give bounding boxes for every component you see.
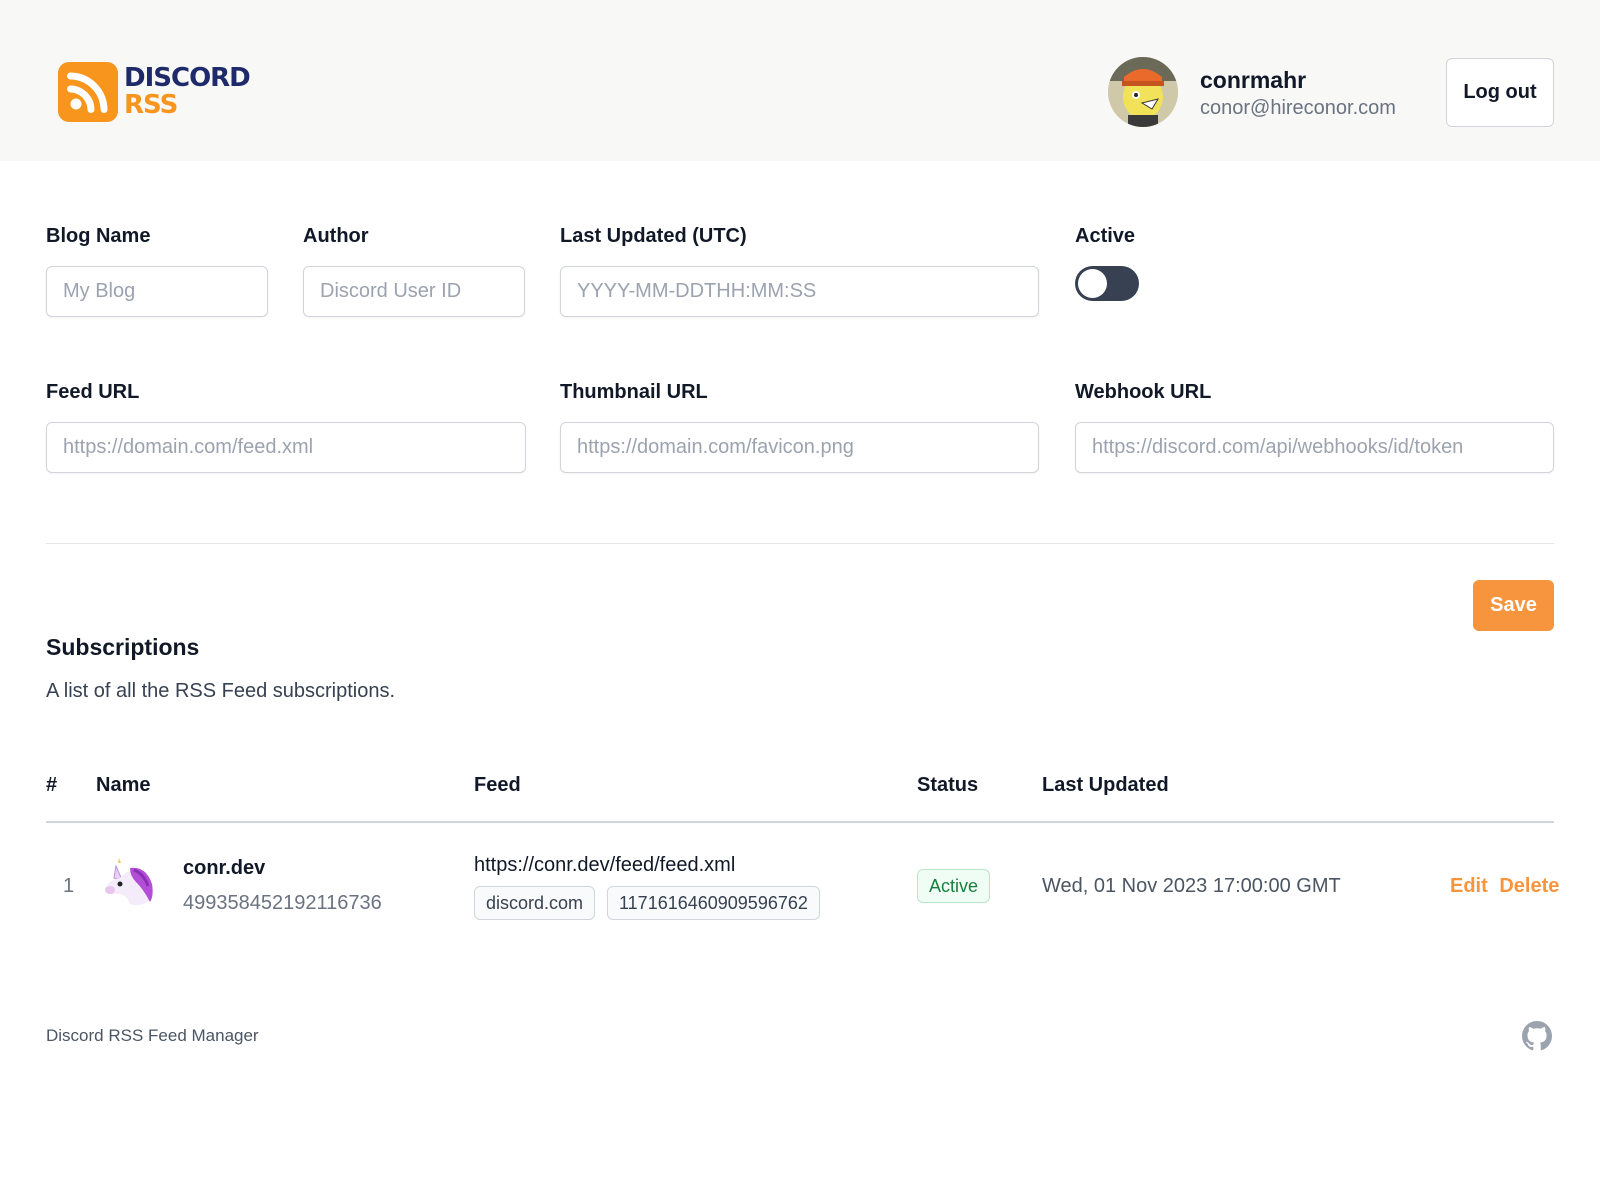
thumbnail-url-input[interactable] [560, 422, 1039, 473]
form-divider [46, 543, 1554, 544]
column-header-index: # [46, 774, 58, 796]
row-actions: Edit Delete [1450, 875, 1559, 898]
brand-line2: RSS [124, 90, 178, 120]
edit-button[interactable]: Edit [1450, 875, 1488, 897]
brand-line1: DISCORD [124, 63, 251, 93]
active-toggle[interactable] [1075, 266, 1139, 301]
user-info: conrmahr conor@hireconor.com [1200, 65, 1396, 120]
active-label: Active [1075, 225, 1136, 247]
row-feed-url[interactable]: https://conr.dev/feed/feed.xml [474, 854, 735, 877]
row-index: 1 [63, 875, 75, 897]
column-header-last-updated: Last Updated [1042, 774, 1169, 796]
header: DISCORD RSS conrmahr conor@hireconor.com… [0, 0, 1600, 161]
subscriptions-title: Subscriptions [46, 634, 200, 660]
row-author-id: 499358452192116736 [183, 892, 382, 914]
webhook-id-chip: 1171616460909596762 [607, 886, 820, 920]
user-name: conrmahr [1200, 66, 1307, 93]
column-header-status: Status [917, 774, 979, 796]
author-label: Author [303, 225, 369, 247]
webhook-domain-chip: discord.com [474, 886, 596, 920]
blog-name-label: Blog Name [46, 225, 151, 247]
row-last-updated: Wed, 01 Nov 2023 17:00:00 GMT [1042, 875, 1341, 897]
thumbnail-url-label: Thumbnail URL [560, 381, 708, 403]
last-updated-input[interactable] [560, 266, 1039, 317]
column-header-feed: Feed [474, 774, 521, 796]
user-profile: conrmahr conor@hireconor.com [1108, 57, 1396, 127]
footer-text: Discord RSS Feed Manager [46, 1026, 259, 1045]
status-badge: Active [917, 869, 991, 903]
webhook-url-input[interactable] [1075, 422, 1554, 473]
user-email: conor@hireconor.com [1200, 96, 1396, 119]
brand-wordmark: DISCORD RSS [124, 63, 251, 120]
rss-icon [58, 62, 118, 122]
blog-name-input[interactable] [46, 266, 268, 317]
feed-url-label: Feed URL [46, 381, 140, 403]
toggle-knob [1078, 269, 1107, 298]
feed-url-input[interactable] [46, 422, 526, 473]
author-input[interactable] [303, 266, 525, 317]
column-header-name: Name [96, 774, 151, 796]
delete-button[interactable]: Delete [1499, 875, 1559, 897]
unicorn-icon [100, 856, 156, 912]
save-button[interactable]: Save [1473, 580, 1554, 631]
logout-button[interactable]: Log out [1446, 58, 1554, 127]
github-icon[interactable] [1522, 1021, 1552, 1051]
webhook-url-label: Webhook URL [1075, 381, 1212, 403]
subscriptions-description: A list of all the RSS Feed subscriptions… [46, 680, 396, 702]
table-header-divider [46, 821, 1554, 823]
row-name: conr.dev [183, 857, 266, 879]
avatar [1108, 57, 1178, 127]
brand-logo[interactable]: DISCORD RSS [58, 62, 251, 122]
last-updated-label: Last Updated (UTC) [560, 225, 747, 247]
